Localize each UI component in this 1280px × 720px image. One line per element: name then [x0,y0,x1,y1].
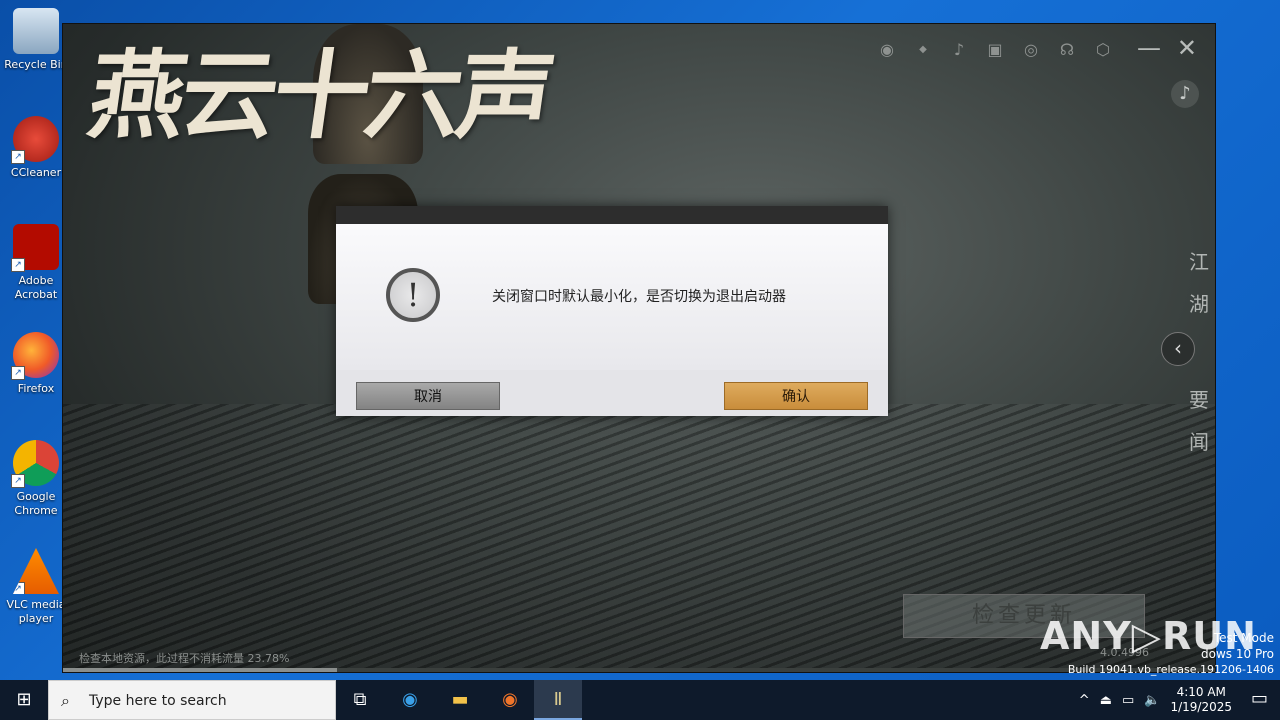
cancel-button[interactable]: 取消 [356,382,500,410]
desktop-icon-label: CCleaner [10,166,62,179]
dialog-body: ! 关闭窗口时默认最小化，是否切换为退出启动器 [336,224,888,370]
resource-check-status: 检查本地资源，此过程不消耗流量 23.78% [79,652,290,665]
shortcut-arrow-icon: ↗ [11,150,25,164]
desktop-icon-vlc[interactable]: ↗ VLC media player [4,548,68,626]
desktop-icon-label: VLC media player [6,598,66,625]
news-tab-char: 湖 [1189,292,1209,316]
minimize-icon[interactable]: — [1137,36,1161,60]
dialog-titlebar [336,206,888,224]
edge-icon[interactable]: ◉ [386,680,434,720]
volume-icon[interactable]: 🔈 [1144,693,1160,708]
ccleaner-icon: ↗ [11,116,59,164]
task-view-icon[interactable]: ⧉ [336,680,384,720]
desktop-icon-adobe-acrobat[interactable]: ↗ Adobe Acrobat [4,224,68,302]
file-explorer-icon[interactable]: ▬ [436,680,484,720]
clock-date: 1/19/2025 [1170,700,1232,714]
shortcut-arrow-icon: ↗ [11,474,25,488]
windows-start-icon[interactable]: ⊞ [0,680,48,720]
game-logo: 燕云十六声 [81,39,558,152]
shortcut-arrow-icon: ↗ [11,258,25,272]
dialog-message: 关闭窗口时默认最小化，是否切换为退出启动器 [492,289,786,305]
close-icon[interactable]: ✕ [1177,36,1197,60]
desktop-icon-label: Adobe Acrobat [14,274,58,301]
game-launcher-taskbar-icon[interactable]: Ⅱ [534,680,582,720]
social-icon-bar: ◉ ◆ ♪ ▣ ◎ ☊ ⬡ [875,38,1115,62]
wechat-icon[interactable]: ◉ [875,38,899,62]
desktop-icon-label: Recycle Bin [4,58,68,71]
progress-fill [63,668,337,672]
tiktok-icon[interactable]: ♪ [947,38,971,62]
exclamation-icon: ! [386,268,440,322]
desktop-icon-firefox[interactable]: ↗ Firefox [4,332,68,396]
desktop-icon-label: Google Chrome [14,490,58,517]
shortcut-arrow-icon: ↗ [11,366,25,380]
vlc-icon: ↗ [13,548,59,594]
bilibili-icon[interactable]: ▣ [983,38,1007,62]
taskbar-search-input[interactable]: ⌕ Type here to search [48,680,336,720]
notification-icon[interactable]: ▭ [1251,688,1268,709]
news-tab-char: 闻 [1189,430,1209,454]
taskbar: ⊞ ⌕ Type here to search ⧉ ◉ ▬ ◉ Ⅱ ^ ⏏ ▭ … [0,680,1280,720]
desktop-icon-ccleaner[interactable]: ↗ CCleaner [4,116,68,180]
test-mode-line: dows 10 Pro [1201,647,1274,661]
recycle-bin-icon [13,8,59,54]
test-mode-line: Test Mode [1213,631,1274,645]
clock[interactable]: 4:10 AM 1/19/2025 [1170,685,1232,715]
clock-time: 4:10 AM [1176,685,1226,699]
settings-icon[interactable]: ⬡ [1091,38,1115,62]
music-toggle-icon[interactable]: ♪ [1171,80,1199,108]
search-placeholder: Type here to search [89,693,227,709]
system-tray: ^ ⏏ ▭ 🔈 4:10 AM 1/19/2025 [1079,680,1232,720]
news-tab-char: 江 [1189,250,1209,274]
firefox-taskbar-icon[interactable]: ◉ [486,680,534,720]
weibo-icon[interactable]: ◎ [1019,38,1043,62]
progress-bar [63,668,1215,672]
dialog-footer: 取消 确认 [336,370,888,416]
chevron-up-icon[interactable]: ^ [1079,693,1090,708]
build-line: Build 19041.vb_release.191206-1406 [1067,663,1274,676]
support-icon[interactable]: ☊ [1055,38,1079,62]
dashen-icon[interactable]: ◆ [911,38,935,62]
acrobat-icon: ↗ [11,224,59,272]
desktop-icon-recycle-bin[interactable]: Recycle Bin [4,8,68,72]
chrome-icon: ↗ [11,440,59,488]
desktop: Recycle Bin ↗ CCleaner ↗ Adobe Acrobat ↗… [0,0,1280,680]
chevron-left-icon[interactable]: ‹ [1161,332,1195,366]
firefox-icon: ↗ [11,332,59,380]
news-tab-char: 要 [1189,388,1209,412]
desktop-icon-google-chrome[interactable]: ↗ Google Chrome [4,440,68,518]
desktop-icon-label: Firefox [17,382,55,395]
search-icon: ⌕ [61,691,70,710]
shortcut-arrow-icon: ↗ [13,582,25,594]
test-mode-notice: Test Mode dows 10 Pro Build 19041.vb_rel… [1068,630,1274,678]
usb-icon[interactable]: ⏏ [1100,693,1112,708]
network-icon[interactable]: ▭ [1122,693,1134,708]
confirm-button[interactable]: 确认 [724,382,868,410]
confirm-dialog: ! 关闭窗口时默认最小化，是否切换为退出启动器 取消 确认 [336,206,888,416]
